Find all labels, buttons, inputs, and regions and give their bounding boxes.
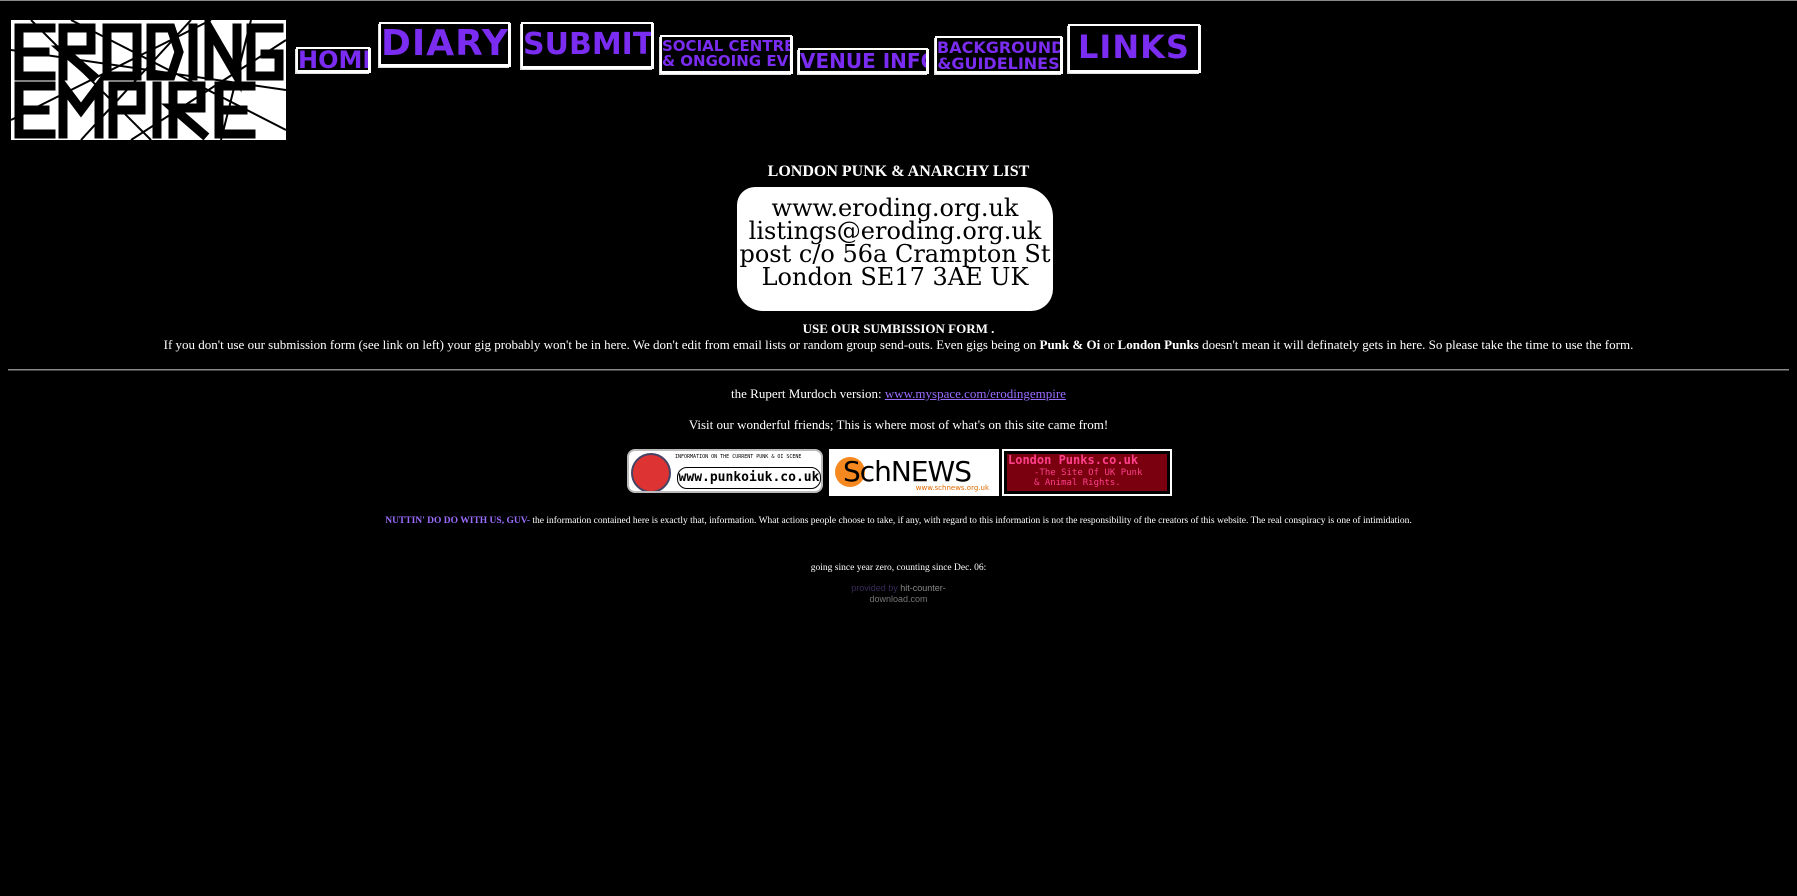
punkoi-badge-icon — [631, 453, 671, 491]
notice-text-2: or — [1100, 337, 1118, 352]
counter-caption: going since year zero, counting since De… — [810, 563, 987, 573]
murdoch-label: the Rupert Murdoch version: — [731, 386, 885, 401]
disclaimer-lead: NUTTIN' DO DO WITH US, GUV- — [385, 516, 531, 526]
nav-links-button[interactable]: LINKS — [1068, 24, 1200, 72]
londonpunks-title: London Punks.co.uk — [1008, 453, 1139, 467]
submission-notice: If you don't use our submission form (se… — [0, 337, 1797, 353]
disclaimer-text: the information contained here is exactl… — [530, 516, 1412, 526]
stamp-line-city: London SE17 3AE UK — [761, 263, 1029, 291]
friends-text: Visit our wonderful friends; This is whe… — [688, 417, 1109, 432]
punkoi-banner-link[interactable]: INFORMATION ON THE CURRENT PUNK & OI SCE… — [627, 449, 823, 493]
nav-diary-button[interactable]: DIARY — [379, 22, 510, 66]
nav-home-button[interactable]: HOME — [296, 47, 370, 72]
schnews-banner-link[interactable]: SchNEWS www.schnews.org.uk — [829, 449, 999, 496]
contact-stamp-image: www.eroding.org.uk listings@eroding.org.… — [737, 187, 1053, 311]
punkoi-tagline: INFORMATION ON THE CURRENT PUNK & OI SCE… — [675, 454, 802, 460]
nav-venue-info-button[interactable]: VENUE INFO — [798, 48, 928, 73]
top-border — [0, 0, 1797, 1]
notice-text-1: If you don't use our submission form (se… — [163, 337, 1040, 352]
londonpunks-sub-line2: & Animal Rights. — [1034, 478, 1121, 488]
logo-graphic — [11, 20, 286, 140]
eroding-empire-logo[interactable] — [11, 20, 286, 140]
disclaimer: NUTTIN' DO DO WITH US, GUV- the informat… — [0, 516, 1797, 526]
nav-background-button[interactable]: BACKGROUND &GUIDELINES — [935, 36, 1062, 73]
notice-text-3: doesn't mean it will definately gets in … — [1198, 337, 1634, 352]
myspace-link[interactable]: www.myspace.com/erodingempire — [885, 386, 1066, 401]
nav-background-line2: &GUIDELINES — [937, 54, 1060, 73]
myspace-line: the Rupert Murdoch version: www.myspace.… — [0, 386, 1797, 402]
counter-link-2[interactable]: download.com — [869, 594, 927, 604]
hit-counter-credit: provided by hit-counter- download.com — [0, 583, 1797, 605]
nav-social-line2: & ONGOING EVENTS — [662, 52, 790, 70]
notice-london-punks: London Punks — [1117, 337, 1199, 352]
use-form-heading: USE OUR SUMBISSION FORM . — [802, 321, 995, 336]
londonpunks-banner-link[interactable]: London Punks.co.uk -The Site Of UK Punk &… — [1002, 449, 1172, 496]
page-title: LONDON PUNK & ANARCHY LIST — [767, 163, 1030, 180]
horizontal-divider — [8, 369, 1789, 371]
counter-provided-by: provided by — [851, 583, 901, 593]
londonpunks-sub: -The Site Of UK Punk & Animal Rights. — [1034, 468, 1142, 488]
notice-punk-oi: Punk & Oi — [1039, 337, 1101, 352]
nav-submit-button[interactable]: SUBMIT — [521, 22, 653, 68]
counter-link-1[interactable]: hit-counter- — [900, 583, 946, 593]
punkoi-url: www.punkoiuk.co.uk — [677, 467, 821, 489]
nav-social-centres-button[interactable]: SOCIAL CENTRES & ONGOING EVENTS — [660, 35, 792, 73]
schnews-url: www.schnews.org.uk — [915, 484, 989, 492]
londonpunks-sub-line1: -The Site Of UK Punk — [1034, 468, 1143, 478]
